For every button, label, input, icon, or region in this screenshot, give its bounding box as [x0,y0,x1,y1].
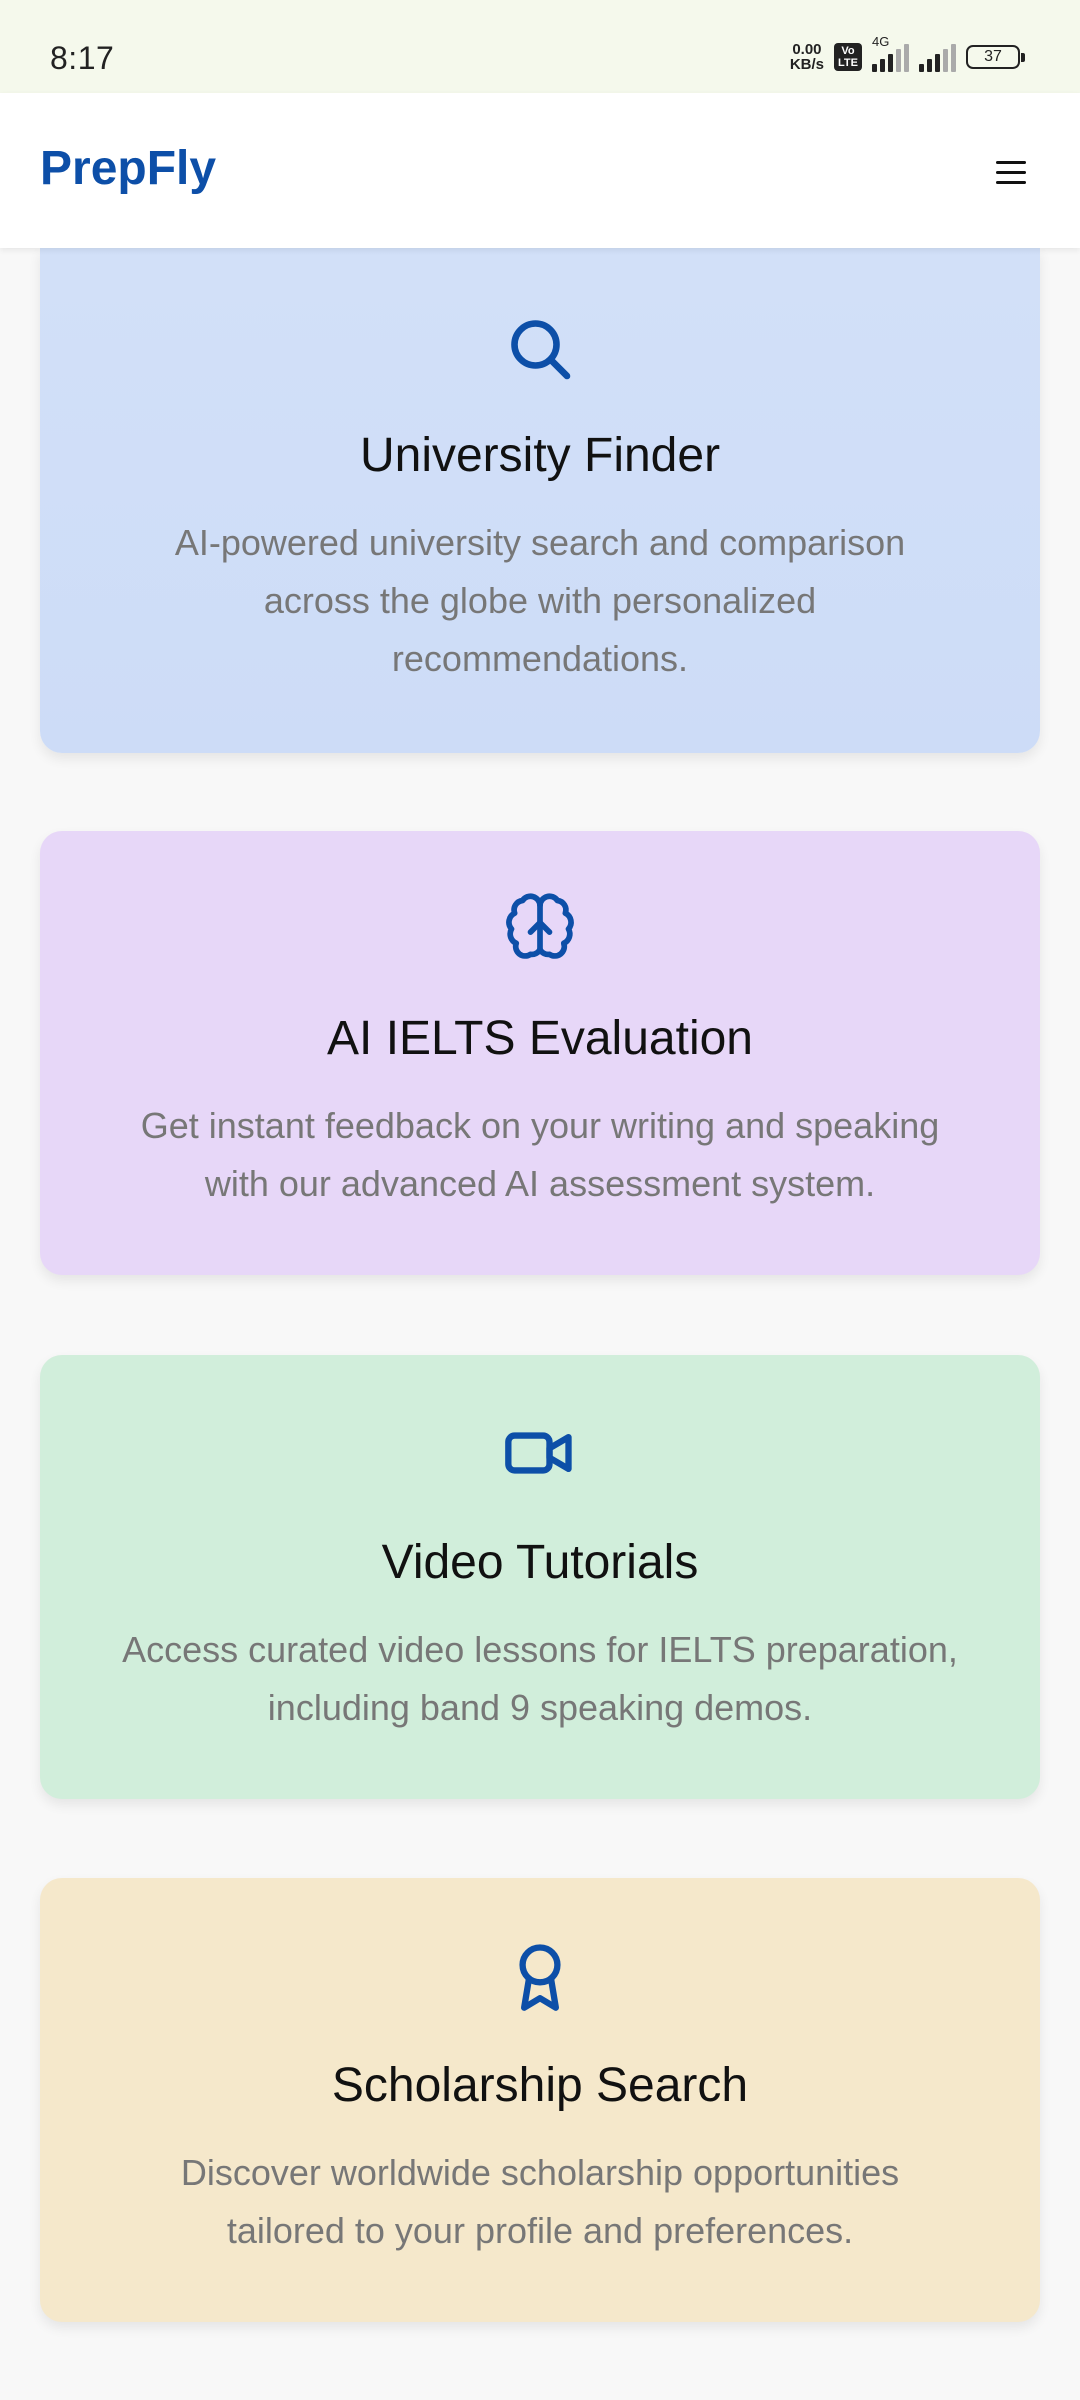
signal-strength-icon: 4G [872,34,909,72]
brain-icon [502,891,578,972]
battery-icon: 37 [966,45,1025,69]
network-speed-value: 0.00 [792,41,822,58]
app-header: PrepFly [0,93,1080,248]
feature-description: Discover worldwide scholarship opportuni… [180,2152,900,2251]
signal-strength-icon-2 [919,42,956,72]
feature-title: AI IELTS Evaluation [327,1012,753,1065]
feature-description: Access curated video lessons for IELTS p… [122,1629,958,1728]
status-icons: 0.00 KB/s Vo LTE 4G 37 [790,34,1025,72]
status-bar: 8:17 0.00 KB/s Vo LTE 4G 37 [0,0,1080,93]
volte-icon: Vo LTE [834,43,862,71]
battery-level: 37 [984,48,1002,65]
status-time: 8:17 [50,40,115,76]
network-speed-unit: KB/s [789,56,825,73]
video-camera-icon [502,1415,578,1496]
brand-logo[interactable]: PrepFly [40,141,216,196]
feature-title: Scholarship Search [331,2059,749,2112]
feature-card-university-finder[interactable]: University Finder AI-powered university … [40,248,1040,753]
hamburger-menu-icon[interactable] [986,147,1036,197]
network-speed: 0.00 KB/s [790,42,824,72]
feature-title: University Finder [359,429,721,482]
feature-card-video-tutorials[interactable]: Video Tutorials Access curated video les… [40,1355,1040,1799]
award-ribbon-icon [502,1938,578,2019]
network-type-label: 4G [872,34,890,49]
feature-description: Get instant feedback on your writing and… [140,1105,940,1204]
feature-description: AI-powered university search and compari… [174,522,906,679]
search-icon [504,313,576,390]
feature-card-ai-ielts-evaluation[interactable]: AI IELTS Evaluation Get instant feedback… [40,831,1040,1275]
feature-card-scholarship-search[interactable]: Scholarship Search Discover worldwide sc… [40,1878,1040,2322]
feature-title: Video Tutorials [381,1536,699,1589]
